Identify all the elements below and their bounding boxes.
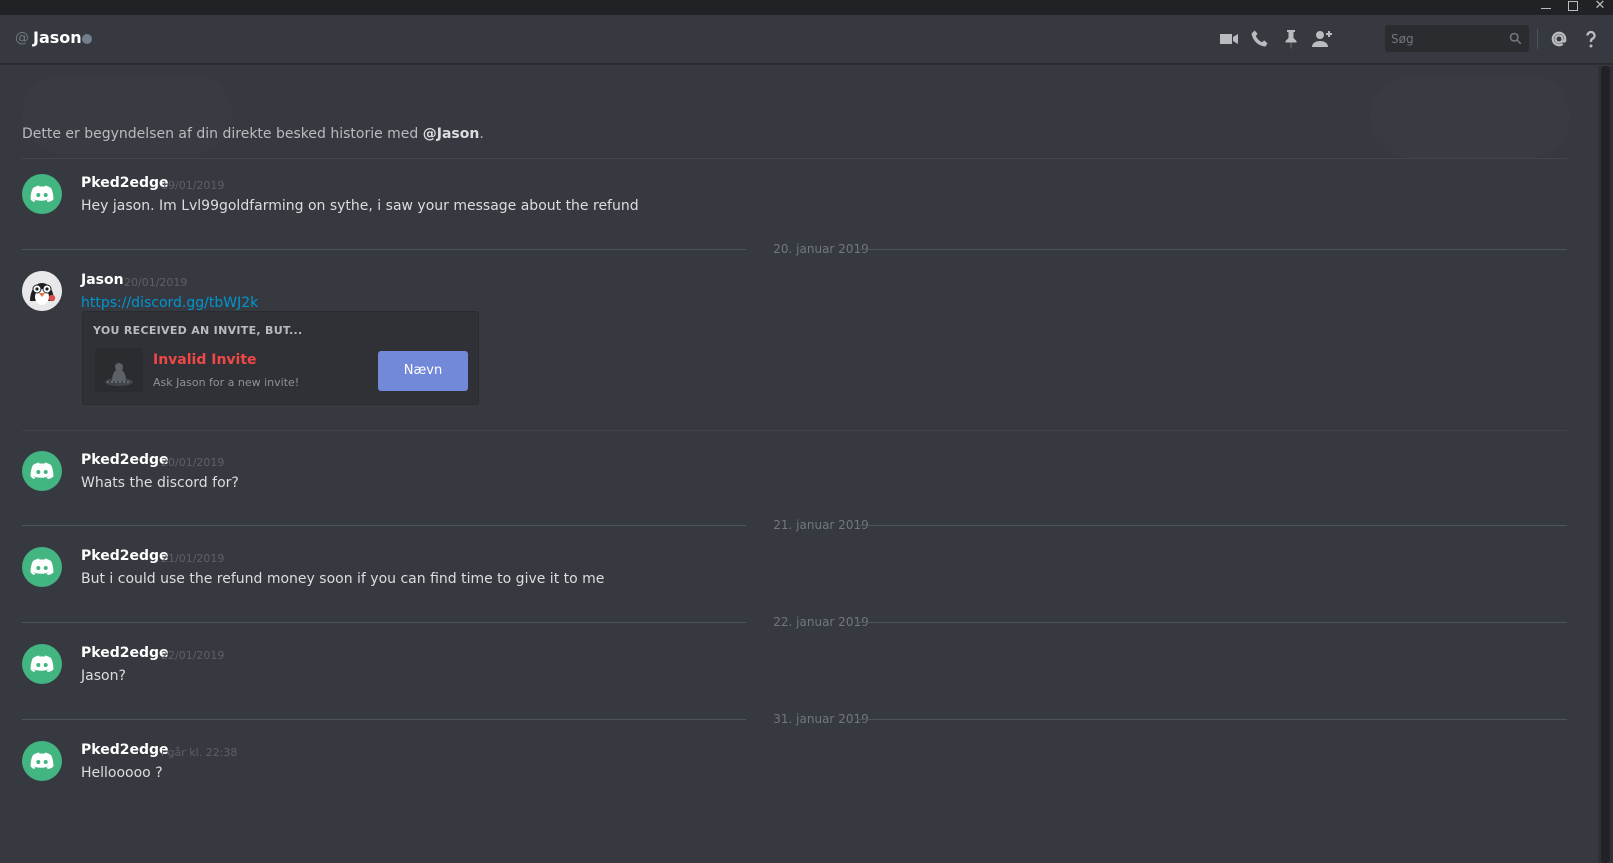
minimize-icon	[1541, 8, 1551, 9]
intro-suffix: .	[479, 126, 484, 142]
maximize-button[interactable]	[1563, 0, 1583, 15]
mention-icon[interactable]	[1547, 27, 1571, 51]
day-separator: 21. januar 2019	[22, 518, 1567, 532]
message-timestamp: i går kl. 22:38	[161, 746, 238, 759]
invalid-invite-icon	[95, 348, 143, 392]
search-icon	[1509, 32, 1522, 45]
intro-prefix: Dette er begyndelsen af din direkte besk…	[22, 126, 423, 142]
message-text: But i could use the refund money soon if…	[81, 571, 605, 587]
divider	[22, 430, 1567, 431]
invite-link[interactable]: https://discord.gg/tbWJ2k	[81, 295, 258, 311]
invite-embed-title: YOU RECEIVED AN INVITE, BUT...	[93, 324, 303, 337]
invite-embed: YOU RECEIVED AN INVITE, BUT... Invalid I…	[82, 311, 479, 405]
day-separator-line	[857, 525, 1567, 526]
search-box[interactable]	[1385, 25, 1529, 52]
day-separator: 31. januar 2019	[22, 712, 1567, 726]
discord-logo-icon	[30, 185, 54, 202]
day-separator: 22. januar 2019	[22, 615, 1567, 629]
penguin-avatar-icon	[22, 271, 62, 311]
message-author[interactable]: Pked2edge	[81, 175, 169, 191]
join-invite-button[interactable]: Nævn	[378, 351, 468, 391]
day-separator-line	[22, 622, 746, 623]
header-divider	[1537, 29, 1538, 49]
avatar[interactable]	[22, 451, 62, 491]
message-timestamp: 21/01/2019	[161, 552, 225, 565]
discord-logo-icon	[30, 655, 54, 672]
phone-call-icon[interactable]	[1248, 27, 1272, 51]
message-text: Hey jason. Im Lvl99goldfarming on sythe,…	[81, 198, 639, 214]
dm-intro-text: Dette er begyndelsen af din direkte besk…	[22, 126, 484, 142]
avatar[interactable]	[22, 644, 62, 684]
close-window-button[interactable]: ✕	[1590, 0, 1610, 15]
day-separator-line	[22, 249, 746, 250]
message-text: Jason?	[81, 668, 126, 684]
day-separator-line	[22, 525, 746, 526]
window-titlebar: ✕	[0, 0, 1613, 15]
day-separator-line	[857, 622, 1567, 623]
message-author[interactable]: Pked2edge	[81, 742, 169, 758]
message-timestamp: 20/01/2019	[161, 456, 225, 469]
background-decoration	[22, 74, 232, 154]
discord-logo-icon	[30, 558, 54, 575]
message-author[interactable]: Jason	[81, 272, 124, 288]
message-timestamp: 22/01/2019	[161, 649, 225, 662]
help-icon[interactable]	[1579, 27, 1603, 51]
background-decoration	[1370, 76, 1570, 158]
avatar[interactable]	[22, 741, 62, 781]
minimize-button[interactable]	[1536, 0, 1556, 15]
maximize-icon	[1568, 1, 1578, 11]
at-icon: @	[15, 30, 29, 46]
scrollbar[interactable]	[1598, 66, 1613, 863]
message-timestamp: 19/01/2019	[161, 179, 225, 192]
day-separator: 20. januar 2019	[22, 242, 1567, 256]
invite-subtitle: Ask Jason for a new invite!	[153, 376, 300, 389]
discord-logo-icon	[30, 462, 54, 479]
message-list[interactable]: Dette er begyndelsen af din direkte besk…	[0, 66, 1598, 863]
day-separator-line	[857, 719, 1567, 720]
day-separator-line	[857, 249, 1567, 250]
search-input[interactable]	[1385, 25, 1503, 52]
dm-recipient-name[interactable]: Jason	[33, 28, 82, 47]
add-friend-icon[interactable]	[1310, 27, 1334, 51]
video-call-icon[interactable]	[1217, 27, 1241, 51]
message-timestamp: 20/01/2019	[124, 276, 188, 289]
avatar[interactable]	[22, 271, 62, 311]
offline-status-icon	[82, 34, 92, 44]
channel-header: @ Jason	[0, 15, 1613, 64]
message-text: Whats the discord for?	[81, 475, 239, 491]
message-text: Hellooooo ?	[81, 765, 163, 781]
message-author[interactable]: Pked2edge	[81, 548, 169, 564]
discord-logo-icon	[30, 752, 54, 769]
pin-icon[interactable]	[1279, 27, 1303, 51]
scrollbar-thumb[interactable]	[1601, 66, 1610, 863]
intro-mention[interactable]: @Jason	[423, 126, 480, 142]
message-author[interactable]: Pked2edge	[81, 452, 169, 468]
invite-status: Invalid Invite	[153, 352, 257, 368]
avatar[interactable]	[22, 174, 62, 214]
message-author[interactable]: Pked2edge	[81, 645, 169, 661]
divider	[22, 158, 1567, 159]
day-separator-line	[22, 719, 746, 720]
avatar[interactable]	[22, 547, 62, 587]
